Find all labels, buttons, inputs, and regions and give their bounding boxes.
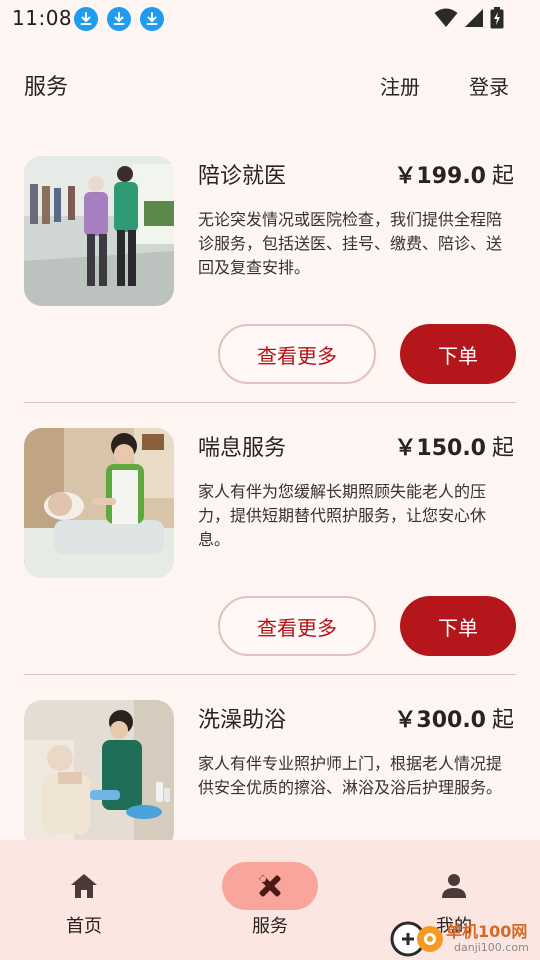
service-price: ￥199.0 起 [394, 158, 514, 190]
watermark-text: 单机100网 [446, 922, 528, 941]
service-card: 洗澡助浴 ￥300.0 起 家人有伴专业照护师上门，根据老人情况提供安全优质的擦浴… [24, 700, 516, 840]
divider [24, 674, 516, 675]
service-card: 喘息服务 ￥150.0 起 家人有伴为您缓解长期照顾失能老人的压力，提供短期替代照… [24, 428, 516, 658]
nav-home[interactable]: 首页 [14, 840, 154, 960]
login-link[interactable]: 登录 [469, 71, 509, 100]
page-title: 服务 [24, 75, 69, 100]
price-currency: ￥ [394, 436, 417, 461]
person-icon [406, 862, 502, 910]
service-price: ￥300.0 起 [394, 702, 514, 734]
service-description: 家人有伴为您缓解长期照顾失能老人的压力，提供短期替代照护服务，让您安心休息。 [198, 482, 487, 549]
watermark-url: danji100.com [454, 941, 529, 954]
signal-icon [465, 9, 483, 27]
divider [24, 402, 516, 403]
nav-services[interactable]: 服务 [200, 840, 340, 960]
service-title: 陪诊就医 [198, 164, 287, 189]
price-currency: ￥ [394, 164, 417, 189]
download-icon [74, 7, 98, 31]
tools-icon [222, 862, 318, 910]
view-more-button[interactable]: 查看更多 [218, 324, 376, 384]
app-header: 服务 注册 登录 [0, 55, 540, 113]
home-icon [36, 862, 132, 910]
service-image [24, 428, 174, 578]
order-button[interactable]: 下单 [400, 324, 516, 384]
price-amount: 300.0 [416, 708, 486, 733]
service-price: ￥150.0 起 [394, 430, 514, 462]
download-icon [140, 7, 164, 31]
status-time: 11:08 [12, 6, 73, 30]
register-link[interactable]: 注册 [380, 71, 420, 100]
price-amount: 150.0 [416, 436, 486, 461]
nav-services-label: 服务 [252, 916, 288, 937]
service-image [24, 700, 174, 840]
service-description: 家人有伴专业照护师上门，根据老人情况提供安全优质的擦浴、淋浴及浴后护理服务。 [198, 754, 503, 797]
watermark-logo-icon [390, 921, 443, 957]
wifi-icon [434, 8, 458, 27]
price-suffix: 起 [491, 436, 514, 461]
service-title: 喘息服务 [198, 436, 287, 461]
service-description: 无论突发情况或医院检查，我们提供全程陪诊服务，包括送医、挂号、缴费、陪诊、送回及… [198, 210, 503, 277]
service-image [24, 156, 174, 306]
nav-home-label: 首页 [66, 916, 102, 937]
price-currency: ￥ [394, 708, 417, 733]
price-suffix: 起 [491, 708, 514, 733]
price-amount: 199.0 [416, 164, 486, 189]
service-title: 洗澡助浴 [198, 708, 287, 733]
order-button[interactable]: 下单 [400, 596, 516, 656]
battery-charging-icon [490, 7, 504, 29]
watermark: 单机100网 danji100.com [388, 914, 540, 960]
view-more-button[interactable]: 查看更多 [218, 596, 376, 656]
service-card: 陪诊就医 ￥199.0 起 无论突发情况或医院检查，我们提供全程陪诊服务，包括送医… [24, 156, 516, 386]
download-icon [107, 7, 131, 31]
status-bar: 11:08 [0, 0, 540, 38]
price-suffix: 起 [491, 164, 514, 189]
